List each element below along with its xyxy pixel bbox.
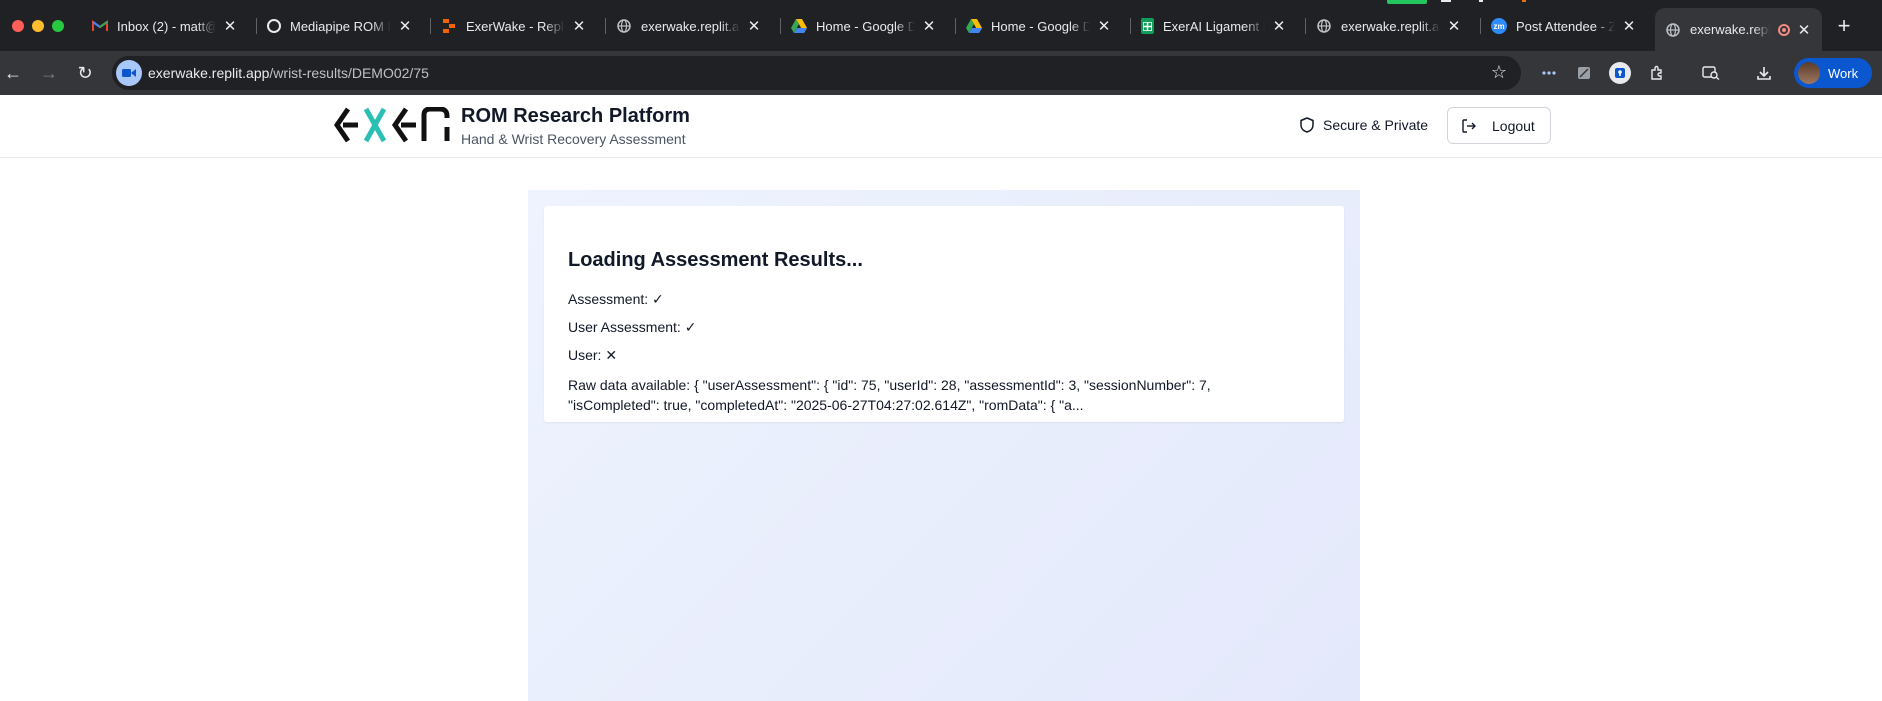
browser-tab[interactable]: Mediapipe ROM IMU ✕ — [257, 11, 423, 41]
app-header: ROM Research Platform Hand & Wrist Recov… — [0, 95, 1882, 158]
browser-tab[interactable]: Home - Google Drive ✕ — [781, 11, 947, 41]
download-icon[interactable] — [1753, 62, 1775, 84]
puzzle-extensions-icon[interactable] — [1646, 62, 1668, 84]
google-drive-icon — [791, 18, 807, 34]
tab-title: Home - Google Drive — [991, 18, 1090, 34]
bookmark-star-icon[interactable]: ☆ — [1489, 62, 1509, 82]
loading-card: Loading Assessment Results... Assessment… — [544, 206, 1344, 422]
browser-tab-strip: Inbox (2) - matt@exer ✕ Mediapipe ROM IM… — [0, 0, 1882, 51]
raw-data-text: Raw data available: { "userAssessment": … — [568, 377, 1211, 413]
tab-title: ExerWake - Replit — [466, 18, 565, 34]
window-zoom-button[interactable] — [52, 20, 64, 32]
indicator-mark — [1387, 0, 1427, 4]
profile-label: Work — [1828, 65, 1859, 81]
browser-tab[interactable]: exerwake.replit.app ✕ — [1306, 11, 1472, 41]
tab-title: Mediapipe ROM IMU — [290, 18, 391, 34]
password-manager-icon[interactable] — [1609, 62, 1631, 84]
close-tab-icon[interactable]: ✕ — [1446, 18, 1462, 35]
profile-button[interactable]: Work — [1794, 58, 1872, 88]
indicator-mark — [1441, 0, 1451, 2]
globe-icon — [1316, 18, 1332, 34]
app-subtitle: Hand & Wrist Recovery Assessment — [461, 131, 686, 147]
user-status: User: ✕ — [568, 347, 618, 363]
browser-toolbar: ← → ↻ exerwake.replit.app/wrist-results/… — [0, 51, 1882, 95]
indicator-mark — [1479, 0, 1483, 2]
logout-label: Logout — [1492, 117, 1535, 134]
recording-icon — [1778, 23, 1790, 36]
logout-button[interactable]: Logout — [1447, 107, 1551, 144]
forward-arrow-icon[interactable]: → — [37, 61, 61, 85]
extension-dots-icon[interactable] — [1538, 62, 1560, 84]
openai-icon — [267, 19, 281, 33]
browser-tab[interactable]: Inbox (2) - matt@exer ✕ — [82, 11, 248, 41]
close-tab-icon[interactable]: ✕ — [1621, 18, 1637, 35]
close-tab-icon[interactable]: ✕ — [746, 18, 762, 35]
google-sheets-icon — [1141, 18, 1154, 34]
zoom-icon: zm — [1491, 18, 1507, 34]
close-tab-icon[interactable]: ✕ — [1096, 18, 1112, 35]
video-camera-icon[interactable] — [116, 60, 142, 86]
close-tab-icon[interactable]: ✕ — [1796, 22, 1812, 39]
indicator-mark — [1522, 0, 1526, 2]
reload-icon[interactable]: ↻ — [73, 61, 97, 85]
shield-icon — [1300, 117, 1314, 133]
logout-icon — [1462, 118, 1476, 133]
globe-icon — [616, 18, 632, 34]
tab-title: exerwake.replit.app — [641, 18, 740, 34]
gmail-icon — [92, 18, 108, 34]
extension-icon[interactable] — [1573, 62, 1595, 84]
close-tab-icon[interactable]: ✕ — [222, 18, 238, 35]
tab-title: Post Attendee - Zoom — [1516, 18, 1615, 34]
browser-tab-active[interactable]: exerwake.replit.app ✕ — [1655, 8, 1822, 51]
google-drive-icon — [966, 18, 982, 34]
exer-logo — [334, 107, 450, 143]
browser-tab[interactable]: exerwake.replit.app ✕ — [606, 11, 772, 41]
browser-tab[interactable]: ExerAI Ligament Log ✕ — [1131, 11, 1297, 41]
results-panel: Loading Assessment Results... Assessment… — [528, 190, 1360, 701]
address-bar[interactable]: exerwake.replit.app/wrist-results/DEMO02… — [112, 56, 1521, 90]
back-arrow-icon[interactable]: ← — [1, 61, 25, 85]
close-tab-icon[interactable]: ✕ — [397, 18, 413, 35]
url-host: exerwake.replit.app — [148, 65, 270, 81]
browser-tab[interactable]: zm Post Attendee - Zoom ✕ — [1481, 11, 1647, 41]
secure-label: Secure & Private — [1323, 117, 1429, 133]
tab-title: Home - Google Drive — [816, 18, 915, 34]
window-minimize-button[interactable] — [32, 20, 44, 32]
loading-heading: Loading Assessment Results... — [568, 249, 863, 271]
url-text[interactable]: exerwake.replit.app/wrist-results/DEMO02… — [148, 65, 429, 81]
close-tab-icon[interactable]: ✕ — [571, 18, 587, 35]
tab-title: exerwake.replit.app — [1341, 18, 1440, 34]
tab-title: exerwake.replit.app — [1690, 22, 1770, 37]
new-tab-button[interactable]: + — [1832, 14, 1856, 38]
avatar — [1798, 62, 1820, 84]
window-close-button[interactable] — [12, 20, 24, 32]
globe-icon — [1665, 22, 1681, 38]
assessment-status: Assessment: ✓ — [568, 291, 664, 307]
tab-title: ExerAI Ligament Log — [1163, 18, 1265, 34]
tab-title: Inbox (2) - matt@exer — [117, 18, 216, 34]
close-tab-icon[interactable]: ✕ — [1271, 18, 1287, 35]
secure-badge: Secure & Private — [1300, 117, 1428, 133]
replit-icon — [441, 18, 457, 34]
browser-tab[interactable]: ExerWake - Replit ✕ — [431, 11, 597, 41]
browser-tab[interactable]: Home - Google Drive ✕ — [956, 11, 1122, 41]
user-assessment-status: User Assessment: ✓ — [568, 319, 697, 335]
tab-search-icon[interactable] — [1700, 62, 1722, 84]
app-title: ROM Research Platform — [461, 105, 690, 127]
url-path: /wrist-results/DEMO02/75 — [269, 65, 429, 81]
close-tab-icon[interactable]: ✕ — [921, 18, 937, 35]
